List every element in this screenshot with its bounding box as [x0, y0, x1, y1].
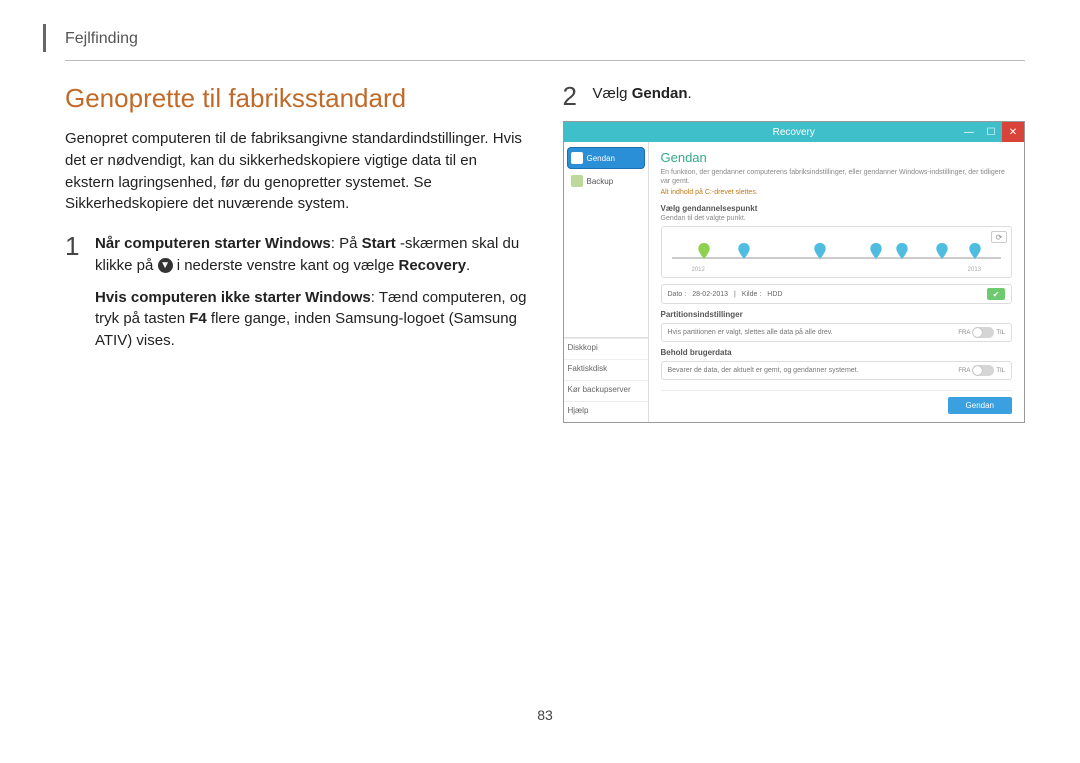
sidebar-item-backupserver[interactable]: Kør backupserver: [564, 380, 648, 398]
restore-pin[interactable]: [896, 243, 908, 259]
minimize-button[interactable]: —: [958, 122, 980, 142]
start-word: Start: [362, 235, 396, 252]
panel-warning: Alt indhold på C:-drevet slettes.: [661, 189, 1013, 196]
partition-title: Partitionsindstillinger: [661, 310, 1013, 319]
restore-pin[interactable]: [814, 243, 826, 259]
panel-title: Gendan: [661, 150, 1013, 165]
down-arrow-icon: ▼: [158, 258, 173, 273]
step-1: 1 Når computeren starter Windows: På Sta…: [65, 233, 528, 352]
left-column: Genoprette til fabriksstandard Genopret …: [65, 83, 528, 697]
gendan-word: Gendan: [632, 85, 688, 102]
keepdata-title: Behold brugerdata: [661, 348, 1013, 357]
sidebar-item-factorydisk[interactable]: Faktiskdisk: [564, 359, 648, 377]
recovery-app-screenshot: Recovery — ☐ ✕ Gendan: [563, 121, 1026, 423]
step1-cond-a: Når computeren starter Windows: [95, 235, 331, 252]
year-label: 2012: [692, 267, 705, 273]
timeline: ⟳ 2: [661, 226, 1013, 278]
breadcrumb-text: Fejlfinding: [65, 30, 138, 47]
breadcrumb: Fejlfinding: [65, 30, 1025, 48]
restore-pin[interactable]: [870, 243, 882, 259]
panel-desc: En funktion, der gendanner computerens f…: [661, 168, 1013, 186]
keepdata-option: Bevarer de data, der aktuelt er gemt, og…: [661, 361, 1013, 380]
partition-toggle[interactable]: FRA TIL: [958, 327, 1005, 338]
maximize-button[interactable]: ☐: [980, 122, 1002, 142]
keepdata-toggle[interactable]: FRA TIL: [958, 365, 1005, 376]
keepdata-text: Bevarer de data, der aktuelt er gemt, og…: [668, 367, 859, 374]
close-button[interactable]: ✕: [1002, 122, 1024, 142]
intro-paragraph: Genopret computeren til de fabriksangivn…: [65, 128, 528, 215]
step-number: 1: [65, 233, 85, 259]
status-date: 28-02-2013: [692, 291, 728, 298]
main-panel: Gendan En funktion, der gendanner comput…: [649, 142, 1025, 422]
step-number: 2: [563, 83, 583, 109]
step-1-body: Når computeren starter Windows: På Start…: [95, 233, 528, 352]
sidebar-label: Gendan: [587, 154, 615, 163]
sidebar-label: Backup: [587, 177, 614, 186]
restore-pin[interactable]: [738, 243, 750, 259]
gendan-button[interactable]: Gendan: [948, 397, 1012, 414]
partition-text: Hvis partitionen er valgt, slettes alle …: [668, 329, 833, 336]
partition-option: Hvis partitionen er valgt, slettes alle …: [661, 323, 1013, 342]
status-source: HDD: [767, 291, 782, 298]
sidebar-item-diskcopy[interactable]: Diskkopi: [564, 338, 648, 356]
sidebar-item-backup[interactable]: Backup: [568, 171, 644, 191]
step-2-body: Vælg Gendan.: [593, 83, 1026, 105]
crumb-marker: [43, 24, 46, 52]
status-ok-icon: ✔: [987, 288, 1005, 300]
divider: [65, 60, 1025, 61]
restore-pin[interactable]: [969, 243, 981, 259]
right-column: 2 Vælg Gendan. Recovery — ☐ ✕: [563, 83, 1026, 697]
sidebar-item-gendan[interactable]: Gendan: [568, 148, 644, 168]
year-label: 2013: [968, 267, 981, 273]
restore-icon: [571, 152, 583, 164]
recovery-word: Recovery: [399, 257, 467, 274]
backup-icon: [571, 175, 583, 187]
restore-point-title: Vælg gendannelsespunkt: [661, 204, 1013, 213]
sidebar-item-help[interactable]: Hjælp: [564, 401, 648, 419]
page-title: Genoprette til fabriksstandard: [65, 83, 528, 114]
f4-key: F4: [189, 310, 207, 327]
window-title: Recovery: [773, 127, 815, 138]
page-number: 83: [65, 697, 1025, 723]
step1-cond-b: Hvis computeren ikke starter Windows: [95, 289, 371, 306]
step-2: 2 Vælg Gendan.: [563, 83, 1026, 109]
window-titlebar: Recovery — ☐ ✕: [564, 122, 1025, 142]
status-row: Dato : 28-02-2013 | Kilde : HDD ✔: [661, 284, 1013, 304]
restore-point-sub: Gendan til det valgte punkt.: [661, 215, 1013, 222]
sidebar: Gendan Backup Diskkopi Faktiskdisk Kør b…: [564, 142, 649, 422]
restore-pin[interactable]: [936, 243, 948, 259]
restore-pin[interactable]: [698, 243, 710, 259]
